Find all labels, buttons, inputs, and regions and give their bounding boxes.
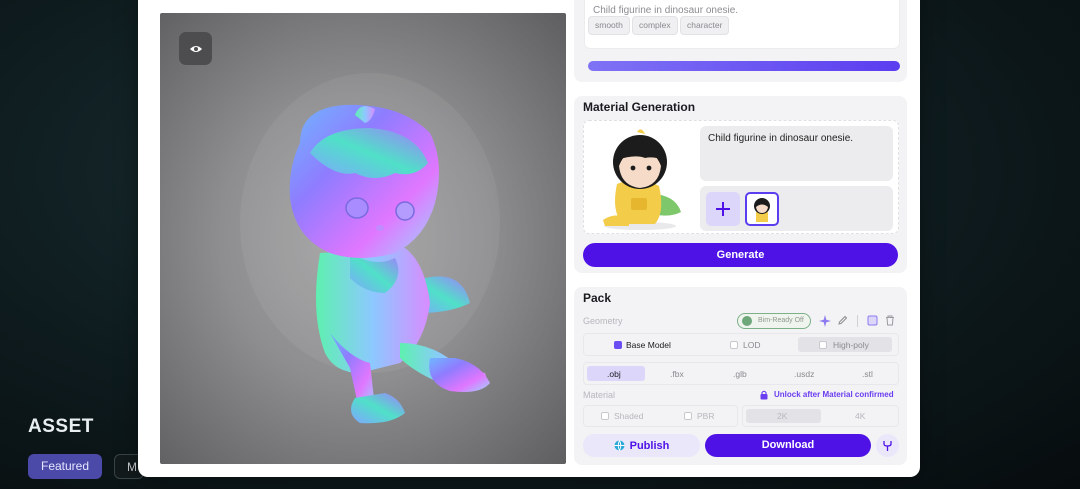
edit-icon[interactable] (837, 315, 848, 326)
model-viewer[interactable] (160, 13, 566, 464)
lod-checkbox[interactable] (730, 341, 738, 349)
format-obj[interactable]: .obj (607, 369, 621, 379)
trash-icon[interactable] (885, 315, 895, 326)
material-label: Material (583, 390, 616, 400)
filter-featured[interactable]: Featured (28, 454, 103, 479)
tag-character[interactable]: character (680, 16, 730, 35)
resolution-2k[interactable]: 2K (777, 411, 787, 421)
base-model-label[interactable]: Base Model (626, 340, 671, 350)
tag-complex[interactable]: complex (632, 16, 678, 35)
share-fork-button[interactable] (876, 434, 899, 457)
generate-button[interactable]: Generate (583, 243, 898, 267)
shaded-checkbox[interactable] (601, 412, 609, 420)
model-render (240, 73, 500, 424)
toolbar-divider (857, 315, 858, 327)
shaded-label[interactable]: Shaded (614, 411, 643, 421)
high-poly-label[interactable]: High-poly (833, 340, 869, 350)
material-prompt-field[interactable]: Child figurine in dinosaur onesie. (700, 126, 893, 181)
plus-icon (716, 202, 730, 216)
asset-section-title: ASSET (28, 416, 94, 437)
toggle-dot-icon (742, 316, 752, 326)
bim-ready-toggle[interactable]: Bim-Ready Off (737, 313, 811, 329)
download-button[interactable]: Download (705, 434, 871, 457)
reference-thumbnail[interactable] (745, 192, 779, 226)
format-usdz[interactable]: .usdz (794, 369, 814, 379)
character-preview (603, 129, 681, 230)
base-model-checkbox[interactable] (614, 341, 622, 349)
globe-icon (614, 440, 625, 451)
publish-label: Publish (629, 439, 670, 452)
prompt-box[interactable]: Child figurine in dinosaur onesie. smoot… (584, 0, 900, 49)
bim-ready-label: Bim-Ready Off (758, 317, 804, 324)
unlock-notice: Unlock after Material confirmed (774, 390, 894, 399)
tag-smooth[interactable]: smooth (588, 16, 630, 35)
frame-icon[interactable] (867, 315, 878, 326)
material-generation-title: Material Generation (583, 100, 696, 114)
reference-image (754, 198, 770, 222)
pbr-label[interactable]: PBR (697, 411, 714, 421)
pbr-checkbox[interactable] (684, 412, 692, 420)
fork-icon (883, 440, 892, 451)
prompt-text: Child figurine in dinosaur onesie. (593, 5, 739, 16)
high-poly-checkbox[interactable] (819, 341, 827, 349)
lod-label[interactable]: LOD (743, 340, 760, 350)
add-reference-button[interactable] (706, 192, 740, 226)
resolution-4k[interactable]: 4K (855, 411, 865, 421)
format-fbx[interactable]: .fbx (670, 369, 684, 379)
format-glb[interactable]: .glb (733, 369, 747, 379)
format-stl[interactable]: .stl (862, 369, 873, 379)
geometry-label: Geometry (583, 316, 623, 326)
pack-title: Pack (583, 291, 612, 305)
generation-progress-bar (588, 61, 900, 71)
sparkle-icon[interactable] (819, 315, 831, 327)
publish-button[interactable]: Publish (583, 434, 700, 457)
lock-icon (760, 390, 768, 400)
